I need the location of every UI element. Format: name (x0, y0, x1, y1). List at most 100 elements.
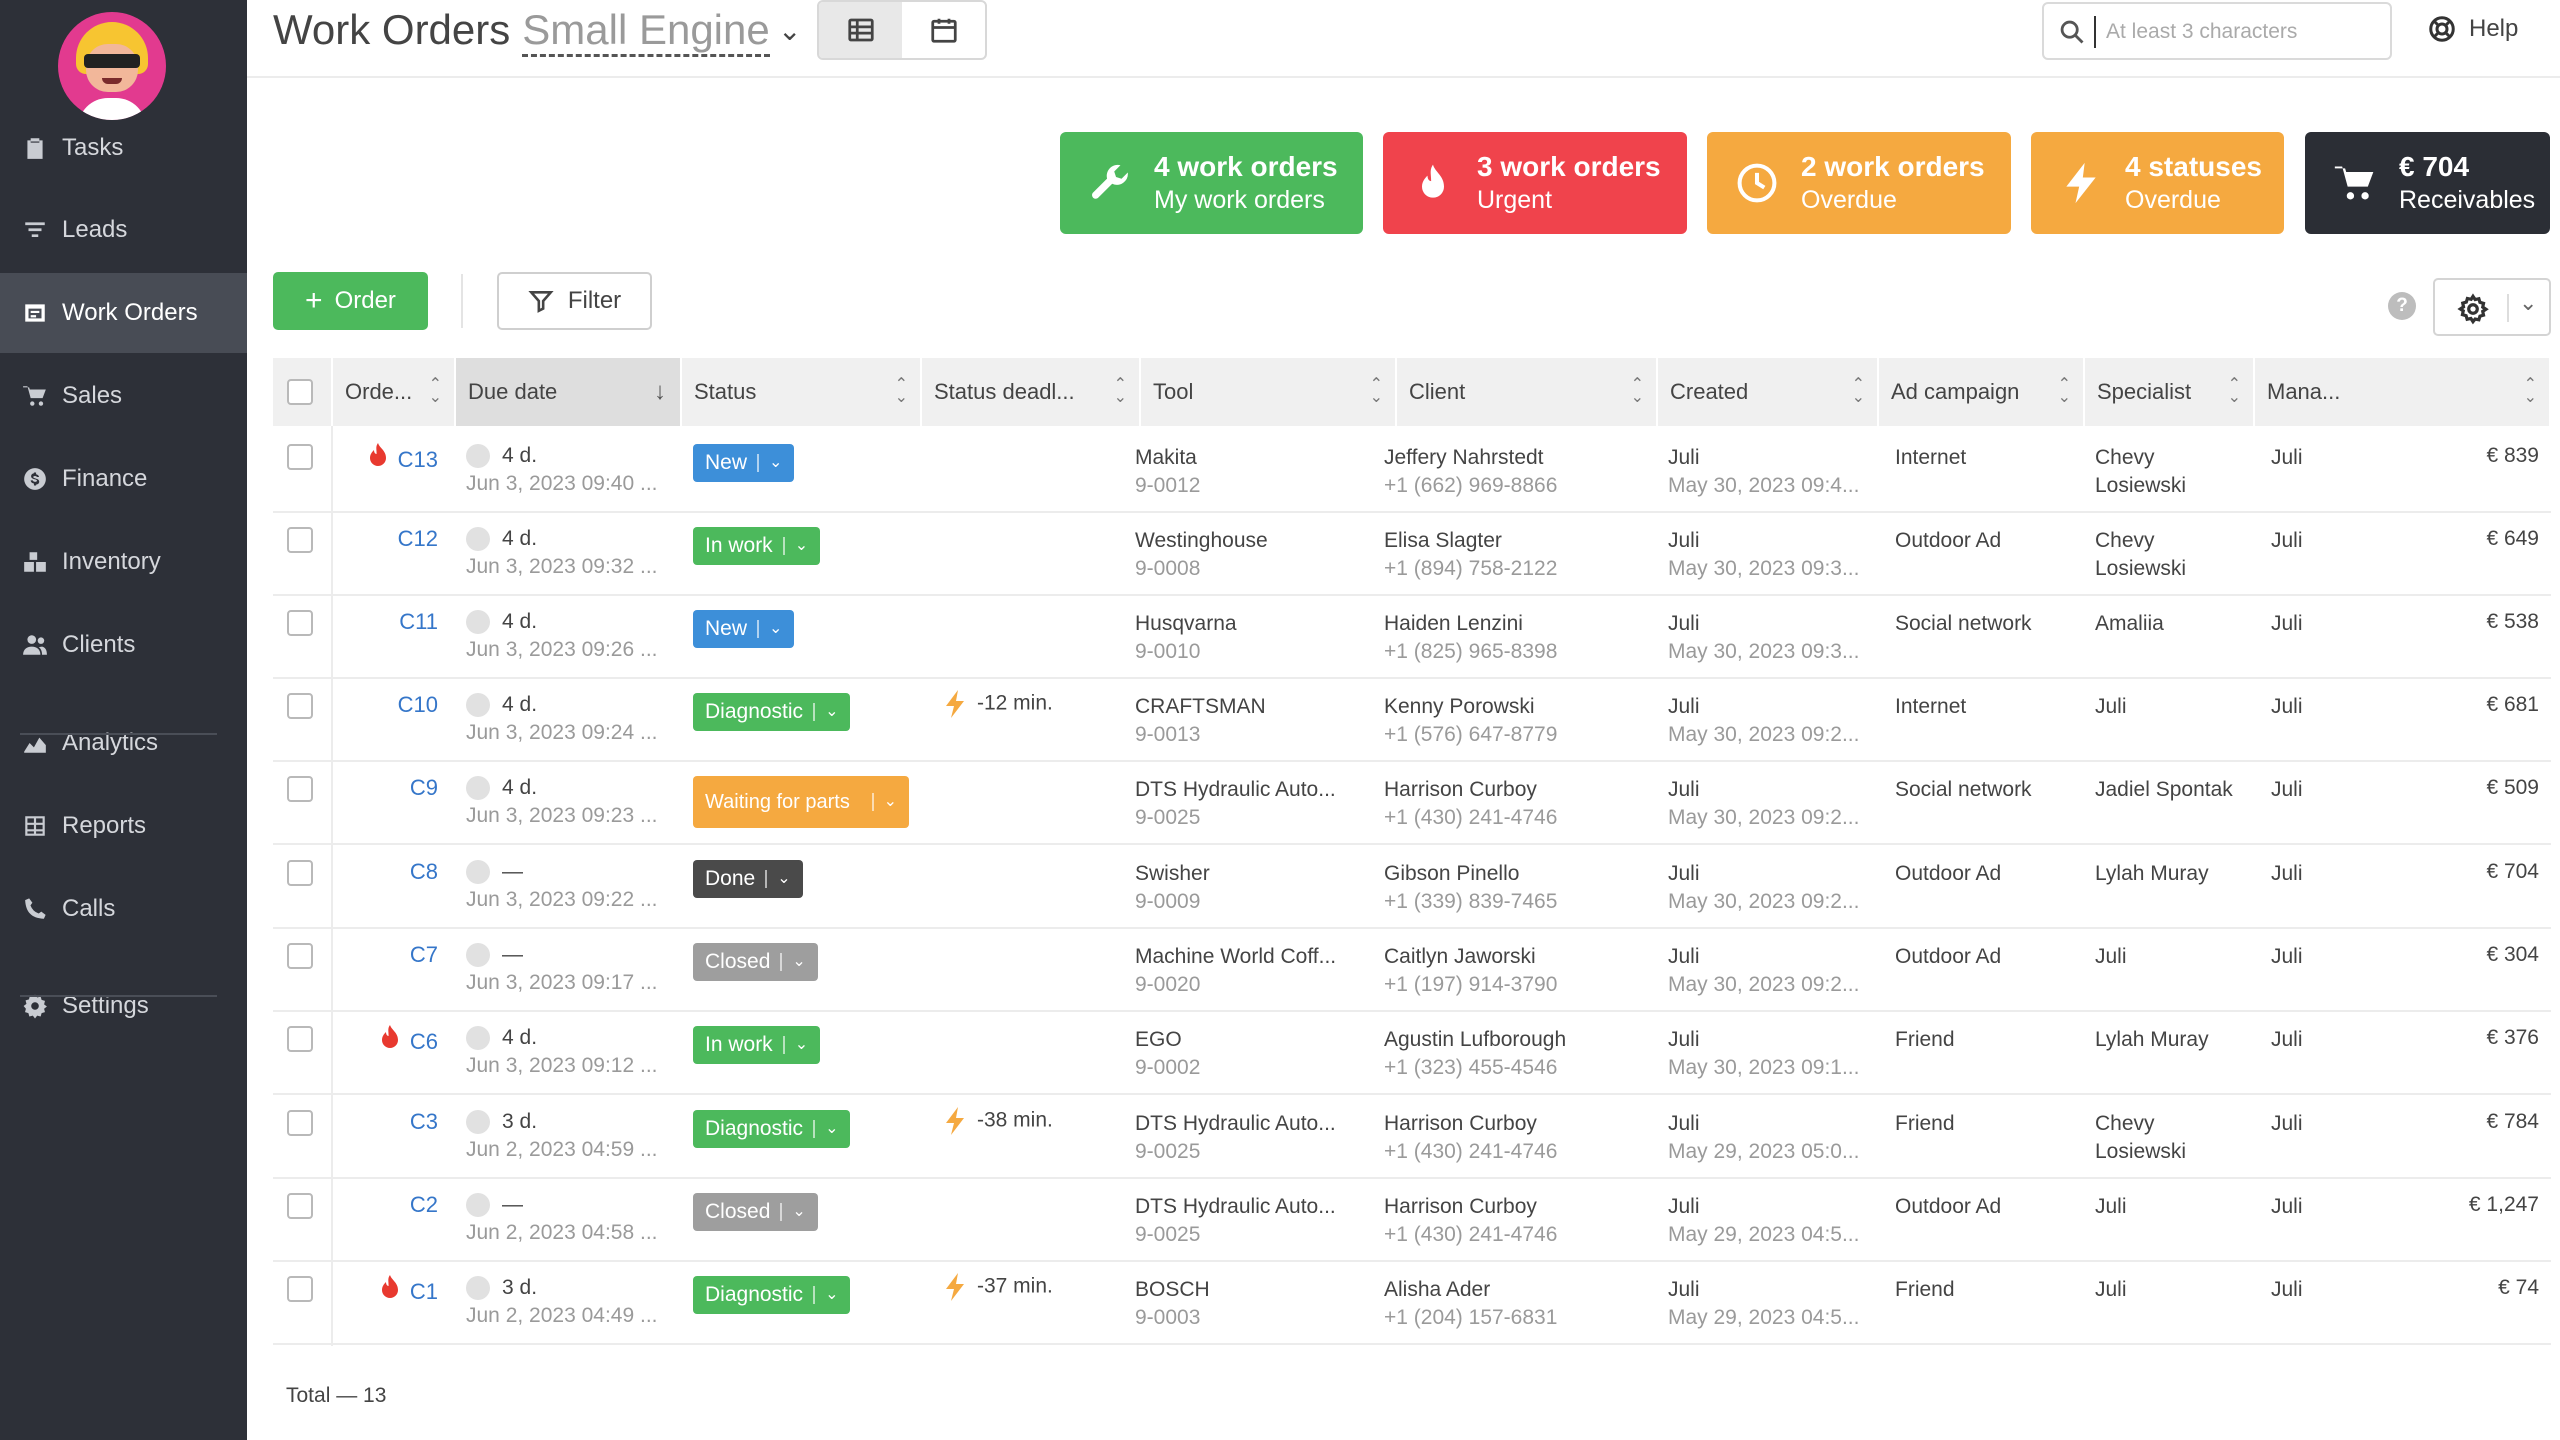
column-header-0[interactable]: Orde... ⌃ ⌄ (333, 358, 456, 426)
order-number-link[interactable]: C11 (399, 608, 438, 636)
order-number-link[interactable]: C9 (410, 774, 438, 802)
row-checkbox[interactable] (287, 527, 313, 553)
sidebar-item-sales[interactable]: Sales (0, 356, 247, 436)
table-row[interactable]: C8 — Jun 3, 2023 09:22 ... Done ⌄ Swisher 9-00… (273, 846, 2551, 929)
column-header-10[interactable]: Price⌃⌄ (2551, 358, 2560, 426)
order-number-link[interactable]: C6 (410, 1028, 438, 1056)
status-dropdown[interactable]: Diagnostic ⌄ (693, 1110, 851, 1148)
chevron-down-icon[interactable]: ⌄ (778, 14, 801, 47)
table-row[interactable]: C13 4 d. Jun 3, 2023 09:40 ... New ⌄ Makita 9-… (273, 430, 2551, 513)
sidebar-item-leads[interactable]: Leads (0, 190, 247, 270)
sidebar-item-inventory[interactable]: Inventory (0, 522, 247, 602)
order-number-link[interactable]: C10 (398, 691, 438, 719)
table-view-button[interactable] (819, 2, 902, 58)
status-dropdown[interactable]: In work ⌄ (693, 527, 821, 565)
calendar-view-button[interactable] (902, 2, 985, 58)
status-dropdown[interactable]: New ⌄ (693, 444, 795, 482)
row-checkbox[interactable] (287, 610, 313, 636)
client-name[interactable]: Agustin Lufborough (1384, 1026, 1634, 1054)
table-row[interactable]: C9 4 d. Jun 3, 2023 09:23 ... Waiting for p… (273, 762, 2551, 845)
select-all-checkbox[interactable] (287, 379, 313, 405)
add-order-button[interactable]: + Order (273, 272, 428, 330)
column-header-8[interactable]: Specialist ⌃ ⌄ (2085, 358, 2255, 426)
order-number-link[interactable]: C7 (410, 941, 438, 969)
due-date: Jun 2, 2023 04:58 ... (466, 1221, 658, 1244)
clipboard-icon (27, 138, 43, 159)
column-header-7[interactable]: Ad campaign ⌃ ⌄ (1879, 358, 2085, 426)
avatar[interactable] (58, 12, 166, 120)
status-dropdown[interactable]: In work ⌄ (693, 1026, 821, 1064)
client-name[interactable]: Alisha Ader (1384, 1276, 1634, 1304)
client-name[interactable]: Harrison Curboy (1384, 1193, 1634, 1221)
kpi-overdue-orders[interactable]: 2 work orders Overdue (1707, 132, 2011, 234)
client-name[interactable]: Harrison Curboy (1384, 1110, 1634, 1138)
table-settings-button[interactable]: ⌄ (2433, 278, 2551, 336)
help-button[interactable]: Help (2427, 14, 2518, 44)
sidebar-item-finance[interactable]: Finance (0, 439, 247, 519)
kpi-receivables[interactable]: € 704 Receivables (2305, 132, 2550, 234)
kpi-urgent[interactable]: 3 work orders Urgent (1383, 132, 1687, 234)
sidebar-item-tasks[interactable]: Tasks (0, 108, 247, 188)
order-number-link[interactable]: C1 (410, 1278, 438, 1306)
search-input[interactable] (2106, 10, 2386, 54)
help-badge[interactable]: ? (2388, 292, 2416, 320)
row-checkbox[interactable] (287, 693, 313, 719)
table-row[interactable]: C2 — Jun 2, 2023 04:58 ... Closed ⌄ DTS Hydra… (273, 1179, 2551, 1262)
kpi-my-work-orders[interactable]: 4 work orders My work orders (1060, 132, 1363, 234)
column-header-4[interactable]: Tool ⌃ ⌄ (1141, 358, 1397, 426)
table-row[interactable]: C10 4 d. Jun 3, 2023 09:24 ... Diagnostic ⌄ -… (273, 679, 2551, 762)
order-number-link[interactable]: C2 (410, 1191, 438, 1219)
column-header-6[interactable]: Created ⌃ ⌄ (1658, 358, 1879, 426)
search-box[interactable] (2042, 2, 2392, 60)
status-dropdown[interactable]: Closed ⌄ (693, 1193, 818, 1231)
row-checkbox[interactable] (287, 444, 313, 470)
row-checkbox[interactable] (287, 943, 313, 969)
status-dropdown[interactable]: Diagnostic ⌄ (693, 693, 851, 731)
column-header-5[interactable]: Client ⌃ ⌄ (1397, 358, 1658, 426)
table-row[interactable]: C3 3 d. Jun 2, 2023 04:59 ... Diagnostic ⌄ -3… (273, 1096, 2551, 1179)
row-checkbox[interactable] (287, 1193, 313, 1219)
kpi-overdue-statuses[interactable]: 4 statuses Overdue (2031, 132, 2284, 234)
column-header-3[interactable]: Status deadl... ⌃ ⌄ (922, 358, 1141, 426)
ad-campaign: Internet (1895, 446, 1967, 469)
order-number-link[interactable]: C3 (410, 1108, 438, 1136)
branch-selector[interactable]: Small Engine (522, 6, 770, 57)
client-name[interactable]: Caitlyn Jaworski (1384, 943, 1634, 971)
table-row[interactable]: C7 — Jun 3, 2023 09:17 ... Closed ⌄ Machine W… (273, 929, 2551, 1012)
order-number-link[interactable]: C8 (410, 858, 438, 886)
table-row[interactable]: C6 4 d. Jun 3, 2023 09:12 ... In work ⌄ EGO 9-… (273, 1012, 2551, 1095)
sidebar-item-calls[interactable]: Calls (0, 869, 247, 949)
row-checkbox[interactable] (287, 1026, 313, 1052)
client-name[interactable]: Gibson Pinello (1384, 860, 1634, 888)
table-row[interactable]: C11 4 d. Jun 3, 2023 09:26 ... New ⌄ Husqvarn… (273, 596, 2551, 679)
table-row[interactable]: C12 4 d. Jun 3, 2023 09:32 ... In work ⌄ West… (273, 513, 2551, 596)
row-checkbox[interactable] (287, 1110, 313, 1136)
client-name[interactable]: Elisa Slagter (1384, 527, 1634, 555)
sidebar-item-analytics[interactable]: Analytics (0, 703, 247, 783)
row-checkbox[interactable] (287, 860, 313, 886)
client-name[interactable]: Kenny Porowski (1384, 693, 1634, 721)
order-number-link[interactable]: C13 (398, 446, 438, 474)
column-header-9[interactable]: Mana... ⌃ ⌄ (2255, 358, 2551, 426)
status-dropdown[interactable]: Closed ⌄ (693, 943, 818, 981)
timer-icon (466, 1026, 490, 1051)
status-dropdown[interactable]: New ⌄ (693, 610, 795, 648)
sidebar-item-settings[interactable]: Settings (0, 966, 247, 1046)
column-header-1[interactable]: Due date ↓ (456, 358, 682, 426)
row-checkbox[interactable] (287, 1276, 313, 1302)
column-header-2[interactable]: Status ⌃ ⌄ (682, 358, 922, 426)
status-dropdown[interactable]: Waiting for parts ⌄ (693, 776, 909, 828)
status-dropdown[interactable]: Done ⌄ (693, 860, 803, 898)
client-name[interactable]: Jeffery Nahrstedt (1384, 444, 1634, 472)
row-checkbox[interactable] (287, 776, 313, 802)
sidebar-item-work-orders[interactable]: Work Orders (0, 273, 247, 353)
sidebar-item-clients[interactable]: Clients (0, 605, 247, 685)
order-number-link[interactable]: C12 (398, 525, 438, 553)
status-deadline: -38 min. (977, 1108, 1053, 1132)
client-name[interactable]: Harrison Curboy (1384, 776, 1634, 804)
filter-button[interactable]: Filter (497, 272, 652, 330)
sidebar-item-reports[interactable]: Reports (0, 786, 247, 866)
status-dropdown[interactable]: Diagnostic ⌄ (693, 1276, 851, 1314)
client-name[interactable]: Haiden Lenzini (1384, 610, 1634, 638)
table-row[interactable]: C1 3 d. Jun 2, 2023 04:49 ... Diagnostic ⌄ -3… (273, 1262, 2551, 1345)
